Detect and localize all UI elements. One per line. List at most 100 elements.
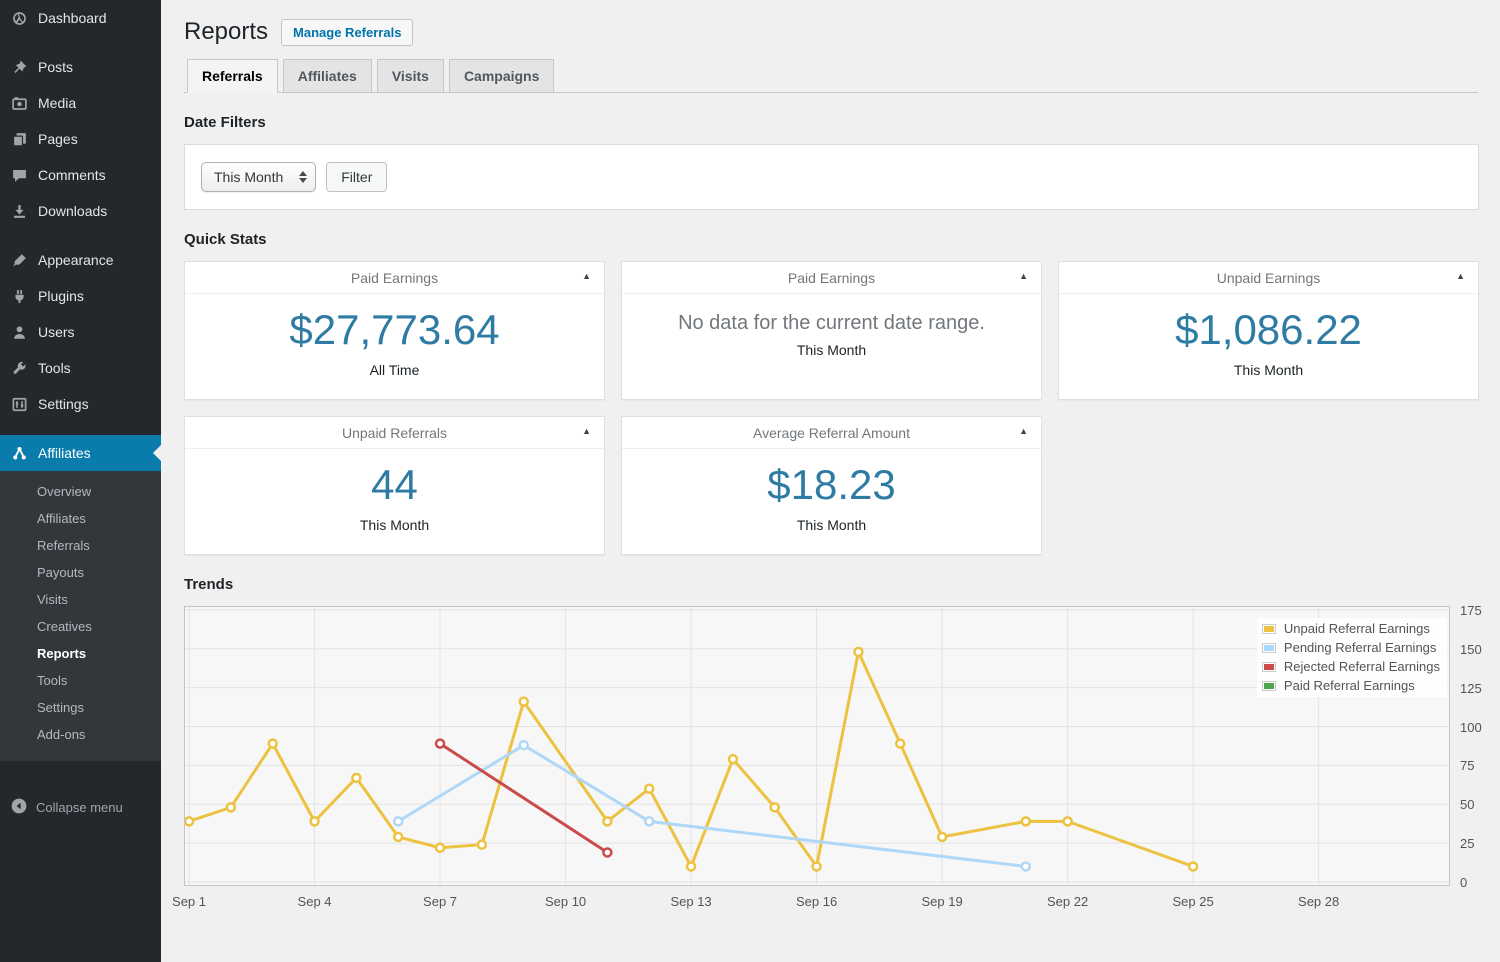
collapse-toggle-icon[interactable]: ▲ bbox=[1456, 271, 1465, 281]
sidebar-item-downloads[interactable]: Downloads bbox=[0, 193, 161, 229]
stat-period: All Time bbox=[369, 362, 420, 378]
date-range-select[interactable]: This Month bbox=[201, 162, 317, 192]
trends-chart: Sep 1 Sep 4 Sep 7 Sep 10 Sep 13 Sep 16 Sep 19 S… bbox=[172, 603, 1482, 918]
sidebar-menu: Dashboard Posts Media Pages Comments Download… bbox=[0, 0, 161, 828]
camera-icon bbox=[9, 93, 29, 113]
legend-item: Paid Referral Earnings bbox=[1261, 678, 1440, 693]
download-icon bbox=[9, 201, 29, 221]
sidebar-item-posts[interactable]: Posts bbox=[0, 49, 161, 85]
date-filter-panel: This Month Filter bbox=[184, 144, 1479, 210]
stat-card-body: $27,773.64 All Time bbox=[185, 294, 604, 399]
sidebar-item-label: Comments bbox=[38, 167, 106, 183]
sidebar-item-media[interactable]: Media bbox=[0, 85, 161, 121]
submenu-item-visits[interactable]: Visits bbox=[0, 587, 161, 614]
x-axis-tick-label: Sep 1 bbox=[172, 894, 207, 909]
pin-icon bbox=[9, 57, 29, 77]
select-stepper-icon bbox=[299, 171, 308, 183]
pages-icon bbox=[9, 129, 29, 149]
affiliates-icon bbox=[9, 443, 29, 463]
tab-visits[interactable]: Visits bbox=[376, 59, 444, 93]
affiliates-submenu: Overview Affiliates Referrals Payouts Visits… bbox=[0, 471, 161, 761]
collapse-toggle-icon[interactable]: ▲ bbox=[582, 426, 591, 436]
stat-card-body: $1,086.22 This Month bbox=[1059, 294, 1478, 399]
collapse-toggle-icon[interactable]: ▲ bbox=[1019, 271, 1028, 281]
stat-card-title: Average Referral Amount bbox=[753, 425, 910, 441]
sidebar-item-plugins[interactable]: Plugins bbox=[0, 278, 161, 314]
stat-card-header: Unpaid Referrals ▲ bbox=[185, 417, 604, 449]
tab-campaigns[interactable]: Campaigns bbox=[448, 59, 555, 93]
sidebar-item-label: Settings bbox=[38, 396, 89, 412]
tab-referrals[interactable]: Referrals bbox=[187, 59, 278, 93]
sidebar-item-appearance[interactable]: Appearance bbox=[0, 242, 161, 278]
collapse-arrow-icon bbox=[10, 797, 28, 818]
collapse-menu-button[interactable]: Collapse menu bbox=[0, 787, 161, 828]
chart-legend: Unpaid Referral Earnings Pending Referral… bbox=[1256, 618, 1447, 697]
stat-no-data-text: No data for the current date range. bbox=[678, 312, 985, 334]
legend-color-swatch bbox=[1261, 680, 1276, 691]
wrench-icon bbox=[9, 358, 29, 378]
sidebar-item-comments[interactable]: Comments bbox=[0, 157, 161, 193]
submenu-item-creatives[interactable]: Creatives bbox=[0, 614, 161, 641]
x-axis-tick-label: Sep 19 bbox=[921, 894, 963, 909]
sliders-icon bbox=[9, 394, 29, 414]
submenu-item-overview[interactable]: Overview bbox=[0, 479, 161, 506]
submenu-item-settings[interactable]: Settings bbox=[0, 695, 161, 722]
brush-icon bbox=[9, 250, 29, 270]
sidebar-item-users[interactable]: Users bbox=[0, 314, 161, 350]
stat-card-body: 44 This Month bbox=[185, 449, 604, 554]
collapse-toggle-icon[interactable]: ▲ bbox=[582, 271, 591, 281]
date-range-value: This Month bbox=[214, 169, 284, 185]
stat-card: Average Referral Amount ▲ $18.23 This Month bbox=[621, 416, 1042, 555]
y-axis-tick-label: 25 bbox=[1460, 836, 1475, 852]
date-filters-heading: Date Filters bbox=[184, 114, 266, 131]
stat-card-header: Paid Earnings ▲ bbox=[185, 262, 604, 294]
y-axis-tick-label: 75 bbox=[1460, 758, 1475, 774]
sidebar-item-pages[interactable]: Pages bbox=[0, 121, 161, 157]
y-axis-tick-label: 100 bbox=[1460, 719, 1482, 735]
stat-value: $18.23 bbox=[767, 461, 896, 508]
sidebar-item-tools[interactable]: Tools bbox=[0, 350, 161, 386]
submenu-item-reports[interactable]: Reports bbox=[0, 641, 161, 668]
legend-color-swatch bbox=[1261, 661, 1276, 672]
sidebar-item-settings[interactable]: Settings bbox=[0, 386, 161, 422]
legend-label: Paid Referral Earnings bbox=[1283, 678, 1415, 693]
sidebar-item-label: Affiliates bbox=[38, 445, 91, 461]
stat-card-header: Average Referral Amount ▲ bbox=[622, 417, 1041, 449]
y-axis-tick-label: 125 bbox=[1460, 680, 1482, 696]
legend-color-swatch bbox=[1261, 642, 1276, 653]
filter-button[interactable]: Filter bbox=[326, 162, 388, 192]
manage-referrals-button[interactable]: Manage Referrals bbox=[281, 18, 414, 46]
legend-label: Rejected Referral Earnings bbox=[1283, 659, 1440, 674]
stat-period: This Month bbox=[359, 517, 430, 533]
main-content: Reports Manage Referrals Referrals Affili… bbox=[161, 0, 1500, 918]
sidebar-item-label: Appearance bbox=[38, 252, 114, 268]
quick-stats-grid: Paid Earnings ▲ $27,773.64 All Time Paid Ear… bbox=[184, 261, 1479, 555]
stat-card: Unpaid Earnings ▲ $1,086.22 This Month bbox=[1058, 261, 1479, 400]
submenu-item-add-ons[interactable]: Add-ons bbox=[0, 722, 161, 749]
comment-icon bbox=[9, 165, 29, 185]
sidebar-item-label: Posts bbox=[38, 59, 74, 75]
stat-card-title: Unpaid Earnings bbox=[1216, 270, 1321, 286]
stat-card-body: No data for the current date range. This … bbox=[622, 294, 1041, 387]
stat-period: This Month bbox=[1233, 362, 1304, 378]
stat-value: 44 bbox=[371, 461, 418, 508]
sidebar-item-label: Pages bbox=[38, 131, 78, 147]
submenu-item-affiliates[interactable]: Affiliates bbox=[0, 506, 161, 533]
legend-color-swatch bbox=[1261, 623, 1276, 634]
collapse-toggle-icon[interactable]: ▲ bbox=[1019, 426, 1028, 436]
stat-card-header: Paid Earnings ▲ bbox=[622, 262, 1041, 294]
x-axis-tick-label: Sep 25 bbox=[1172, 894, 1214, 909]
y-axis-tick-label: 150 bbox=[1460, 641, 1482, 657]
stat-value: $1,086.22 bbox=[1175, 306, 1362, 353]
legend-item: Unpaid Referral Earnings bbox=[1261, 621, 1440, 636]
submenu-item-tools[interactable]: Tools bbox=[0, 668, 161, 695]
submenu-item-payouts[interactable]: Payouts bbox=[0, 560, 161, 587]
sidebar-item-label: Users bbox=[38, 324, 75, 340]
stat-card: Unpaid Referrals ▲ 44 This Month bbox=[184, 416, 605, 555]
sidebar-item-affiliates[interactable]: Affiliates bbox=[0, 435, 161, 471]
x-axis-tick-label: Sep 7 bbox=[423, 894, 458, 909]
submenu-item-referrals[interactable]: Referrals bbox=[0, 533, 161, 560]
sidebar-item-dashboard[interactable]: Dashboard bbox=[0, 0, 161, 36]
legend-label: Pending Referral Earnings bbox=[1283, 640, 1437, 655]
tab-affiliates[interactable]: Affiliates bbox=[282, 59, 372, 93]
